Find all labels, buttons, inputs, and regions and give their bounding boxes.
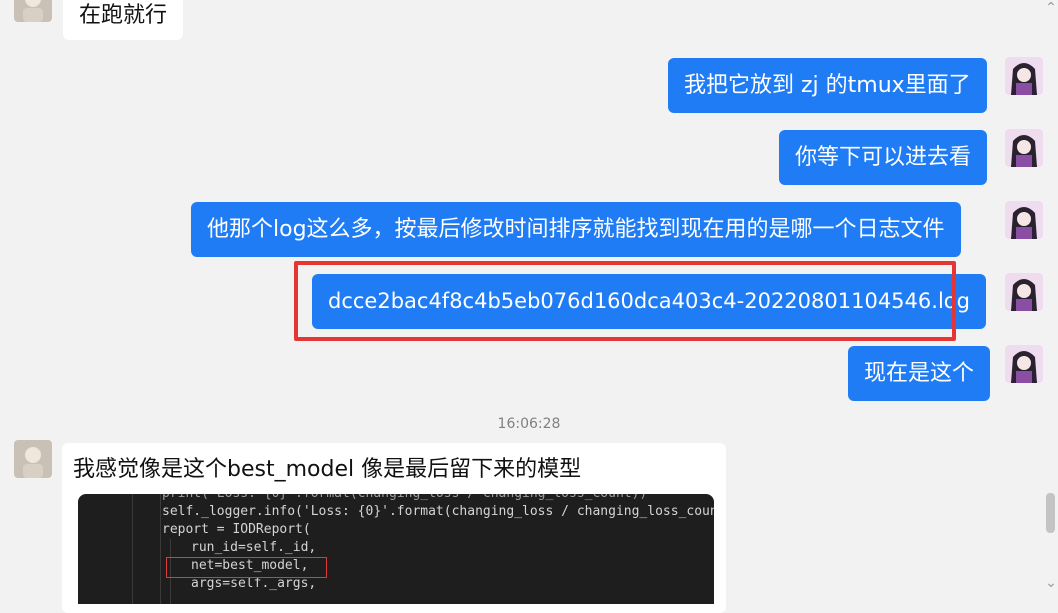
message-text: 他那个log这么多，按最后修改时间排序就能找到现在用的是哪一个日志文件 bbox=[207, 217, 945, 242]
message-timestamp: 16:06:28 bbox=[497, 416, 561, 432]
message-text: 现在是这个 bbox=[864, 361, 975, 386]
highlight-box bbox=[294, 261, 956, 341]
contact-avatar[interactable] bbox=[14, 0, 52, 22]
my-avatar[interactable] bbox=[1005, 129, 1043, 167]
indent-guide bbox=[160, 494, 161, 604]
code-screenshot-image[interactable]: print('Loss: {0}'.format(changing_loss /… bbox=[78, 494, 714, 604]
message-text: 你等下可以进去看 bbox=[795, 145, 972, 170]
my-avatar[interactable] bbox=[1005, 345, 1043, 383]
message-bubble-outgoing[interactable]: 你等下可以进去看 bbox=[779, 130, 988, 185]
code-line: self._logger.info('Loss: {0}'.format(cha… bbox=[162, 504, 714, 519]
indent-guide bbox=[132, 494, 133, 604]
code-highlight-box bbox=[166, 557, 327, 578]
contact-avatar[interactable] bbox=[14, 440, 52, 478]
message-text: 我把它放到 zj 的tmux里面了 bbox=[684, 73, 971, 98]
message-text: 我感觉像是这个best_model 像是最后留下来的模型 bbox=[73, 457, 582, 482]
scroll-up-icon[interactable]: ⌃ bbox=[1044, 0, 1058, 16]
message-bubble-outgoing[interactable]: 我把它放到 zj 的tmux里面了 bbox=[668, 58, 987, 113]
message-bubble-outgoing[interactable]: 现在是这个 bbox=[848, 346, 991, 401]
message-bubble-incoming[interactable]: 在跑就行 bbox=[63, 0, 184, 40]
scroll-down-icon[interactable]: ⌄ bbox=[1044, 575, 1058, 591]
code-line: report = IODReport( bbox=[162, 522, 311, 537]
my-avatar[interactable] bbox=[1005, 201, 1043, 239]
my-avatar[interactable] bbox=[1005, 273, 1043, 311]
code-line: print('Loss: {0}'.format(changing_loss /… bbox=[162, 494, 647, 503]
my-avatar[interactable] bbox=[1005, 57, 1043, 95]
message-bubble-outgoing[interactable]: 他那个log这么多，按最后修改时间排序就能找到现在用的是哪一个日志文件 bbox=[191, 202, 961, 257]
scrollbar-thumb[interactable] bbox=[1046, 493, 1055, 533]
message-text: 在跑就行 bbox=[79, 3, 168, 28]
code-line: run_id=self._id, bbox=[191, 540, 317, 555]
